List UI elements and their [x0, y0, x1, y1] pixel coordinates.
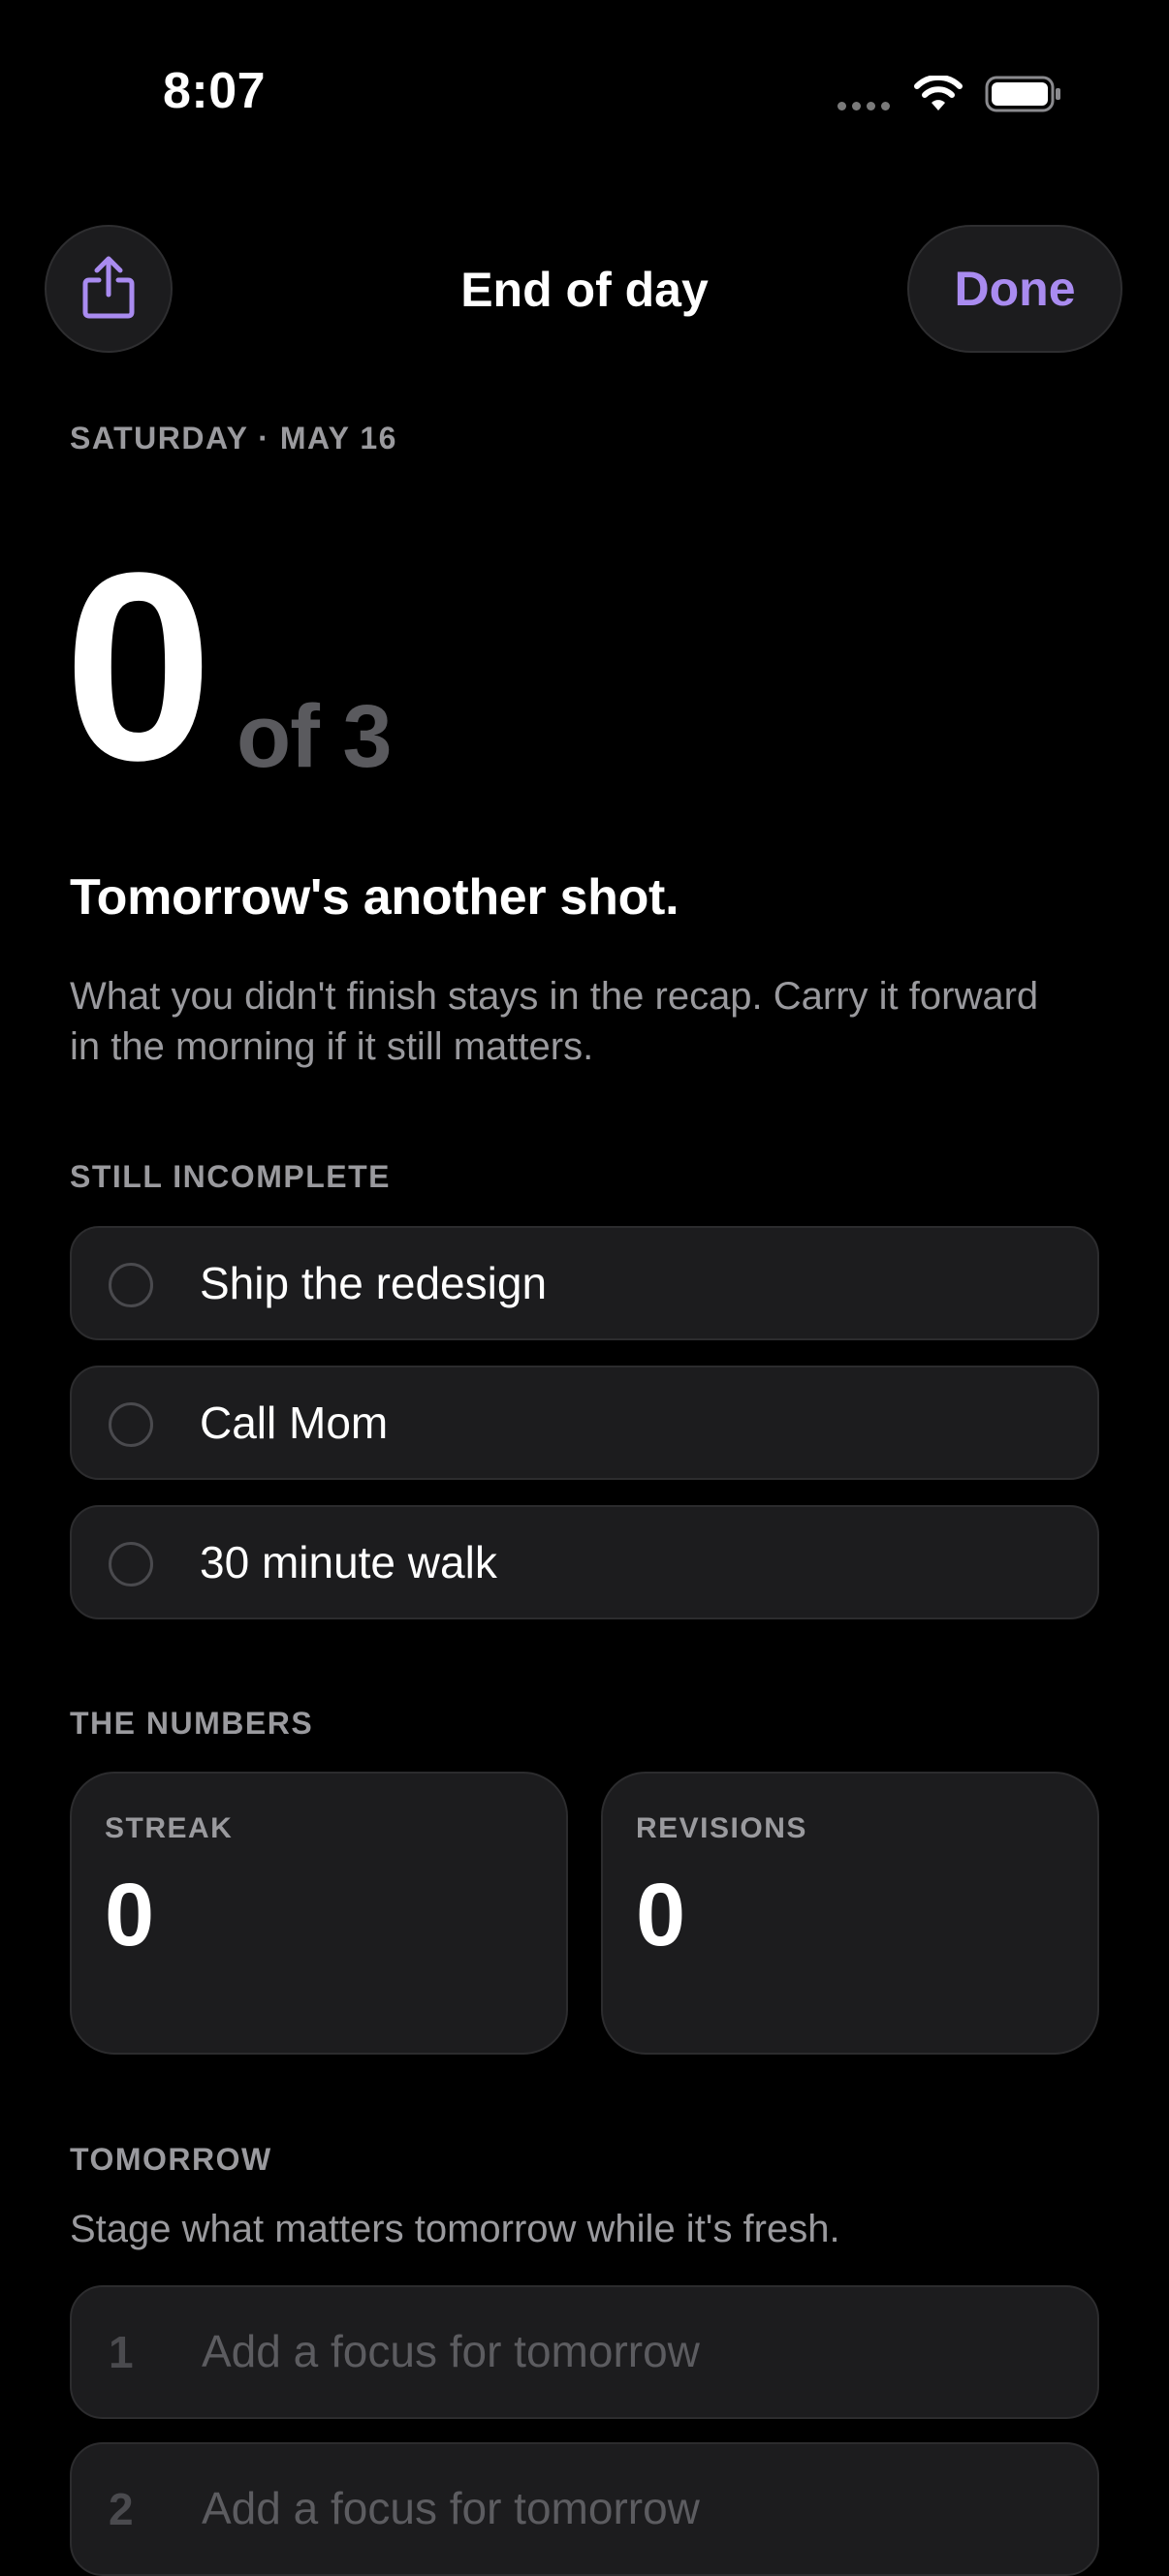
task-row[interactable]: Ship the redesign [70, 1226, 1099, 1340]
nav-bar: End of day Done [0, 225, 1169, 355]
section-label-numbers: THE NUMBERS [70, 1706, 314, 1741]
task-label: Ship the redesign [200, 1258, 548, 1308]
recap-headline: Tomorrow's another shot. [70, 869, 679, 926]
streak-card: STREAK 0 [70, 1772, 568, 2055]
focus-number: 2 [109, 2484, 134, 2534]
task-row[interactable]: 30 minute walk [70, 1505, 1099, 1619]
focus-input[interactable] [202, 2477, 1055, 2539]
task-checkbox[interactable] [109, 1402, 153, 1447]
revisions-card: REVISIONS 0 [601, 1772, 1099, 2055]
total-count: of 3 [237, 687, 393, 786]
focus-number: 1 [109, 2327, 134, 2377]
tomorrow-focus-row[interactable]: 2 [70, 2442, 1099, 2576]
date-label: SATURDAY · MAY 16 [70, 421, 397, 456]
streak-value: 0 [105, 1866, 155, 1964]
revisions-label: REVISIONS [636, 1812, 807, 1844]
status-bar: 8:07 [0, 0, 1169, 184]
revisions-value: 0 [636, 1866, 686, 1964]
completed-count: 0 [64, 518, 212, 816]
task-label: Call Mom [200, 1398, 389, 1448]
task-checkbox[interactable] [109, 1263, 153, 1307]
battery-icon [985, 76, 1062, 112]
cellular-signal-icon [837, 102, 890, 110]
tomorrow-focus-row[interactable]: 1 [70, 2285, 1099, 2419]
status-time: 8:07 [163, 63, 267, 119]
task-row[interactable]: Call Mom [70, 1366, 1099, 1480]
focus-input[interactable] [202, 2320, 1055, 2382]
task-label: 30 minute walk [200, 1537, 497, 1587]
tomorrow-hint: Stage what matters tomorrow while it's f… [70, 2208, 840, 2250]
section-label-tomorrow: TOMORROW [70, 2142, 272, 2177]
section-label-incomplete: STILL INCOMPLETE [70, 1159, 391, 1194]
wifi-icon [913, 74, 964, 117]
task-checkbox[interactable] [109, 1542, 153, 1586]
streak-label: STREAK [105, 1812, 234, 1844]
done-button[interactable]: Done [907, 225, 1122, 353]
recap-subtext: What you didn't finish stays in the reca… [70, 975, 1039, 1068]
